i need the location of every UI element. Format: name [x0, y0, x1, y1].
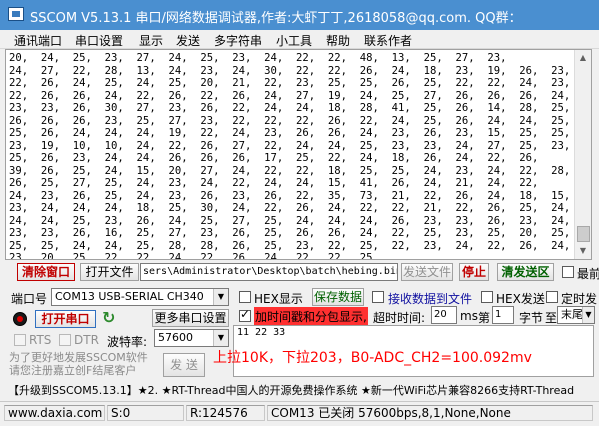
timestamp-checkbox[interactable] — [239, 307, 251, 322]
window-title: SSCOM V5.13.1 串口/网络数据调试器,作者:大虾丁丁,2618058… — [30, 11, 522, 26]
receive-to-file-checkbox[interactable] — [372, 291, 384, 303]
rts-checkbox[interactable] — [14, 334, 26, 346]
menu-multi-string[interactable]: 多字符串 — [214, 32, 262, 49]
menu-display[interactable]: 显示 — [139, 32, 163, 49]
timeout-unit: ms — [460, 309, 478, 323]
to-label: 至 — [545, 311, 558, 325]
menu-send[interactable]: 发送 — [176, 32, 200, 49]
byte-label: 字节 — [519, 311, 544, 325]
app-icon — [8, 7, 24, 21]
clear-send-button[interactable]: 清发送区 — [497, 263, 554, 281]
menu-help[interactable]: 帮助 — [326, 32, 350, 49]
status-sent-count: S:0 — [107, 405, 184, 421]
annotation-text: 上拉10K，下拉203，B0-ADC_CH2=100.092mv — [213, 350, 532, 366]
menu-contact[interactable]: 联系作者 — [364, 32, 412, 49]
rts-label: RTS — [29, 333, 52, 347]
dtr-label: DTR — [74, 333, 99, 347]
open-port-button[interactable]: 打开串口 — [35, 310, 96, 328]
dtr-checkbox[interactable] — [59, 334, 71, 346]
send-text: 11 22 33 — [237, 327, 286, 338]
status-port-state: COM13 已关闭 57600bps,8,1,None,None — [267, 405, 593, 421]
end-position-select[interactable]: 末尾 ▼ — [557, 306, 595, 324]
hex-display-checkbox[interactable] — [239, 291, 251, 303]
end-position-value: 末尾 — [561, 308, 583, 321]
scroll-down-icon[interactable]: ▼ — [575, 243, 591, 259]
baud-rate-value: 57600 — [158, 331, 193, 344]
timeout-input[interactable]: 20 — [431, 306, 457, 324]
save-data-button[interactable]: 保存数据 — [312, 288, 364, 306]
promo-text: 为了更好地发展SSCOM软件 请您注册嘉立创F结尾客户 — [9, 351, 148, 377]
clear-window-button[interactable]: 清除窗口 — [17, 263, 75, 281]
always-on-top-checkbox[interactable] — [562, 266, 574, 278]
port-select[interactable]: COM13 USB-SERIAL CH340 ▼ — [51, 288, 229, 306]
start-byte-input[interactable]: 1 — [492, 306, 514, 324]
open-file-button[interactable]: 打开文件 — [80, 263, 139, 281]
receive-to-file-label: 接收数据到文件 — [388, 292, 473, 306]
scroll-up-icon[interactable]: ▲ — [575, 50, 591, 66]
nth-label: 第 — [478, 311, 491, 325]
baud-rate-select[interactable]: 57600 ▼ — [154, 329, 229, 347]
news-ticker[interactable]: 【升级到SSCOM5.13.1】★2. ★RT-Thread中国人的开源免费操作… — [8, 382, 594, 398]
timed-send-label: 定时发 — [561, 292, 598, 306]
hex-display-label: HEX显示 — [254, 292, 303, 306]
always-on-top-label: 最前 — [577, 267, 599, 281]
baud-rate-label: 波特率: — [107, 335, 148, 349]
chevron-down-icon: ▼ — [582, 307, 594, 323]
hex-send-checkbox[interactable] — [481, 291, 493, 303]
menu-bar: 通讯端口 串口设置 显示 发送 多字符串 小工具 帮助 联系作者 — [0, 30, 599, 49]
menu-comm-port[interactable]: 通讯端口 — [14, 32, 62, 49]
timeout-label: 超时时间: — [373, 311, 426, 325]
menu-serial-settings[interactable]: 串口设置 — [75, 32, 123, 49]
status-website[interactable]: www.daxia.com — [4, 405, 105, 421]
chevron-down-icon: ▼ — [213, 289, 228, 305]
menu-tools[interactable]: 小工具 — [276, 32, 312, 49]
status-bar: www.daxia.com S:0 R:124576 COM13 已关闭 576… — [0, 401, 599, 426]
port-label: 端口号 — [11, 292, 48, 306]
file-path-field[interactable]: sers\Administrator\Desktop\batch\hebing.… — [140, 263, 398, 281]
more-serial-settings-button[interactable]: 更多串口设置 — [152, 309, 229, 327]
port-select-value: COM13 USB-SERIAL CH340 — [55, 290, 204, 303]
refresh-icon[interactable]: ↻ — [102, 308, 115, 327]
port-status-icon — [13, 312, 27, 326]
receive-text: 20, 24, 25, 23, 27, 24, 25, 23, 24, 22, … — [9, 52, 571, 260]
receive-area[interactable]: 20, 24, 25, 23, 27, 24, 25, 23, 24, 22, … — [5, 49, 592, 260]
chevron-down-icon: ▼ — [213, 330, 228, 346]
stop-button[interactable]: 停止 — [459, 263, 489, 281]
send-file-button[interactable]: 发送文件 — [401, 263, 453, 281]
scroll-thumb[interactable] — [577, 226, 590, 242]
receive-scrollbar[interactable]: ▲ ▼ — [574, 50, 591, 259]
status-received-count: R:124576 — [186, 405, 265, 421]
timed-send-checkbox[interactable] — [546, 291, 558, 303]
send-area[interactable]: 11 22 33 上拉10K，下拉203，B0-ADC_CH2=100.092m… — [213, 325, 594, 377]
hex-send-label: HEX发送 — [496, 292, 545, 306]
send-button[interactable]: 发 送 — [163, 353, 205, 377]
title-bar: SSCOM V5.13.1 串口/网络数据调试器,作者:大虾丁丁,2618058… — [0, 0, 599, 30]
timestamp-label: 加时间戳和分包显示, — [254, 307, 368, 326]
